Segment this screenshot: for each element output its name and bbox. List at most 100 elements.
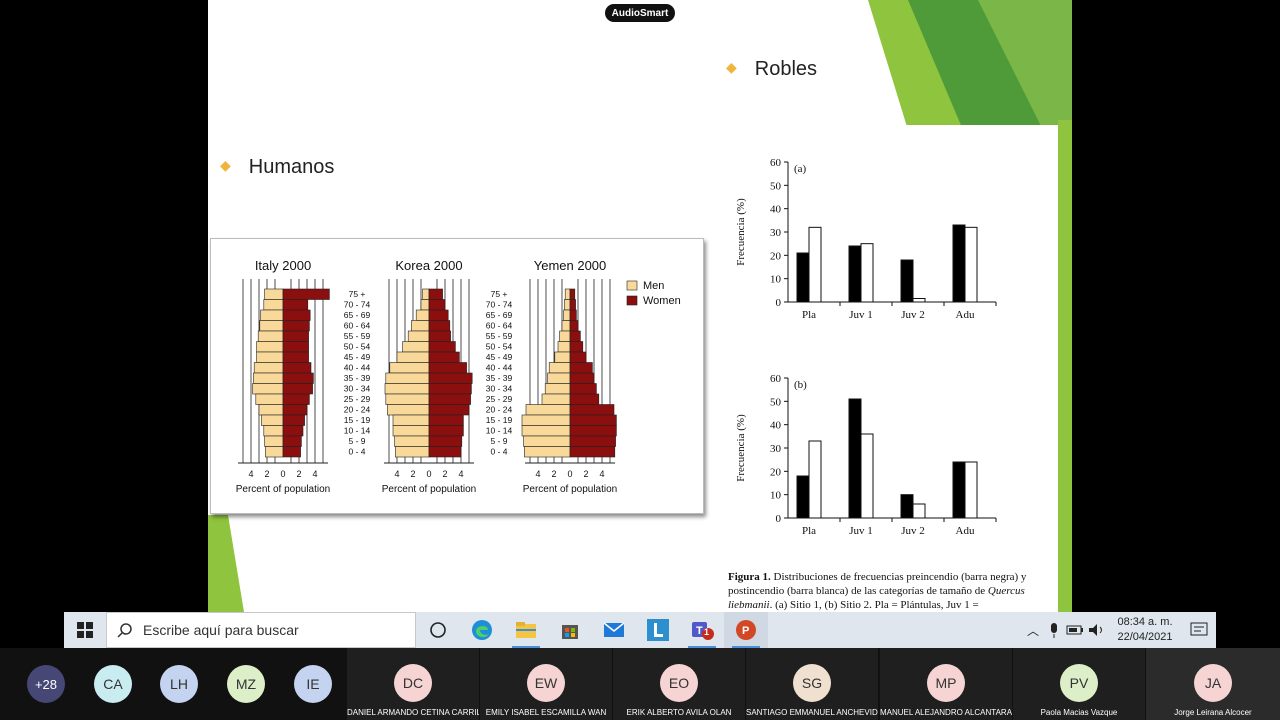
pyramid-age-label: 75 + xyxy=(349,289,366,299)
pyramid-bar-men xyxy=(384,383,430,395)
pyramid-bar-women xyxy=(569,341,584,353)
system-tray: ︿ 08:34 a. m. 22/04/2021 xyxy=(1022,612,1216,648)
start-button[interactable] xyxy=(64,612,106,648)
microphone-icon[interactable] xyxy=(1044,621,1064,639)
pyramid-tick-label: 0 xyxy=(426,469,431,479)
notification-icon[interactable] xyxy=(1182,620,1216,640)
legend-women-swatch xyxy=(626,295,638,306)
pyramid-bar-men xyxy=(548,362,571,374)
pyramid-bar-men xyxy=(547,372,571,384)
participant-avatar[interactable]: LH xyxy=(160,665,198,703)
participant-name: EMILY ISABEL ESCAMILLA WAN xyxy=(485,708,607,717)
chart-y-tick-label: 20 xyxy=(770,250,782,262)
chart-category-label: Juv 2 xyxy=(901,309,925,321)
mail-button[interactable] xyxy=(592,612,636,648)
chart-bar xyxy=(860,243,874,303)
pyramid-age-label: 15 - 19 xyxy=(486,415,513,425)
chart-bar xyxy=(796,252,810,303)
battery-icon[interactable] xyxy=(1064,621,1086,639)
pyramid-age-label: 55 - 59 xyxy=(344,331,371,341)
pyramid-bar-women xyxy=(569,425,617,437)
participant-avatar[interactable]: MZ xyxy=(227,665,265,703)
pyramid-bar-women xyxy=(569,330,581,342)
pyramid-bar-women xyxy=(569,309,577,321)
pyramid-bar-men xyxy=(395,446,430,458)
slide-decoration-top-right xyxy=(868,0,1072,130)
pyramid-age-label: 40 - 44 xyxy=(486,363,513,373)
participant-tile[interactable]: MP MANUEL ALEJANDRO ALCANTARA... xyxy=(880,648,1012,720)
chevron-up-icon[interactable]: ︿ xyxy=(1022,622,1044,639)
pyramid-bar-men xyxy=(257,330,284,342)
participant-tile[interactable]: EW EMILY ISABEL ESCAMILLA WAN xyxy=(480,648,612,720)
pyramid-bar-men xyxy=(521,414,571,426)
pyramid-age-label: 35 - 39 xyxy=(344,373,371,383)
edge-button[interactable] xyxy=(460,612,504,648)
clock[interactable]: 08:34 a. m. 22/04/2021 xyxy=(1108,615,1182,645)
participant-avatar[interactable]: CA xyxy=(94,665,132,703)
participant-avatar: PV xyxy=(1060,664,1098,702)
chart-y-tick-label: 30 xyxy=(770,227,782,239)
pyramid-bar-women xyxy=(569,446,616,458)
chart-bar xyxy=(808,226,822,303)
audiosmart-badge[interactable]: AudioSmart xyxy=(605,4,675,22)
chart-bar xyxy=(900,259,914,303)
search-placeholder: Escribe aquí para buscar xyxy=(143,622,299,638)
pyramid-bar-women xyxy=(569,362,593,374)
teams-button[interactable]: T 1 xyxy=(680,612,724,648)
l-app-button[interactable] xyxy=(636,612,680,648)
pyramid-bar-women xyxy=(282,309,311,321)
pyramid-bar-women xyxy=(428,404,470,416)
pyramid-bar-women xyxy=(428,362,467,374)
pyramid-age-label: 70 - 74 xyxy=(344,300,371,310)
participant-avatar[interactable]: IE xyxy=(294,665,332,703)
pyramid-age-label: 55 - 59 xyxy=(486,331,513,341)
pyramid-title: Italy 2000 xyxy=(255,258,311,273)
pyramid-bar-women xyxy=(569,414,617,426)
pyramid-bar-women xyxy=(428,425,464,437)
chart-category-label: Adu xyxy=(956,525,975,537)
participant-avatar: EW xyxy=(527,664,565,702)
chart-category-label: Juv 1 xyxy=(849,309,873,321)
participant-tile[interactable]: DC DANIEL ARMANDO CETINA CARRIL... xyxy=(347,648,479,720)
file-explorer-button[interactable] xyxy=(504,612,548,648)
pyramid-bar-men xyxy=(524,446,571,458)
pyramid-bar-men xyxy=(253,372,284,384)
participant-avatar: MP xyxy=(927,664,965,702)
powerpoint-button[interactable]: P xyxy=(724,612,768,648)
pyramid-bar-women xyxy=(428,372,473,384)
pyramid-age-label: 10 - 14 xyxy=(486,426,513,436)
taskbar-search-box[interactable]: Escribe aquí para buscar xyxy=(106,612,416,648)
chart-bar xyxy=(952,461,966,519)
pyramid-age-label: 10 - 14 xyxy=(344,426,371,436)
participant-tile[interactable]: EO ERIK ALBERTO AVILA OLAN xyxy=(613,648,745,720)
pyramid-bar-women xyxy=(428,330,451,342)
chart-y-tick-label: 60 xyxy=(770,373,782,385)
windows-logo-icon xyxy=(77,622,93,638)
pyramid-bar-women xyxy=(282,351,309,363)
chart-y-tick-label: 10 xyxy=(770,490,782,502)
task-view-button[interactable] xyxy=(416,612,460,648)
pyramid-bar-men xyxy=(259,320,284,332)
chart-bar xyxy=(912,503,926,519)
participant-tile[interactable]: PV Paola Macias Vazque xyxy=(1013,648,1145,720)
participant-avatar: SG xyxy=(793,664,831,702)
edge-icon xyxy=(472,620,492,640)
chart-y-tick-label: 50 xyxy=(770,396,782,408)
slide-decoration-bottom-left xyxy=(208,515,244,612)
pyramid-bar-men xyxy=(557,341,571,353)
bullet-humanos-text: Humanos xyxy=(248,156,335,178)
speaker-icon[interactable] xyxy=(1086,621,1108,639)
pyramid-age-label: 0 - 4 xyxy=(490,447,507,457)
pyramid-bar-women xyxy=(428,393,471,405)
pyramid-bar-women xyxy=(282,320,310,332)
more-participants-button[interactable]: +28 xyxy=(27,665,65,703)
pyramid-bar-women xyxy=(428,414,464,426)
participant-name: Paola Macias Vazque xyxy=(1040,708,1118,717)
pyramid-bar-men xyxy=(389,362,430,374)
pyramid-bar-men xyxy=(385,372,430,384)
chart-category-label: Pla xyxy=(802,525,816,537)
store-button[interactable] xyxy=(548,612,592,648)
participant-tile[interactable]: JA Jorge Leirana Alcocer xyxy=(1146,648,1280,720)
participant-name: Jorge Leirana Alcocer xyxy=(1174,708,1252,717)
participant-tile[interactable]: SG SANTIAGO EMMANUEL ANCHEVID... xyxy=(746,648,878,720)
